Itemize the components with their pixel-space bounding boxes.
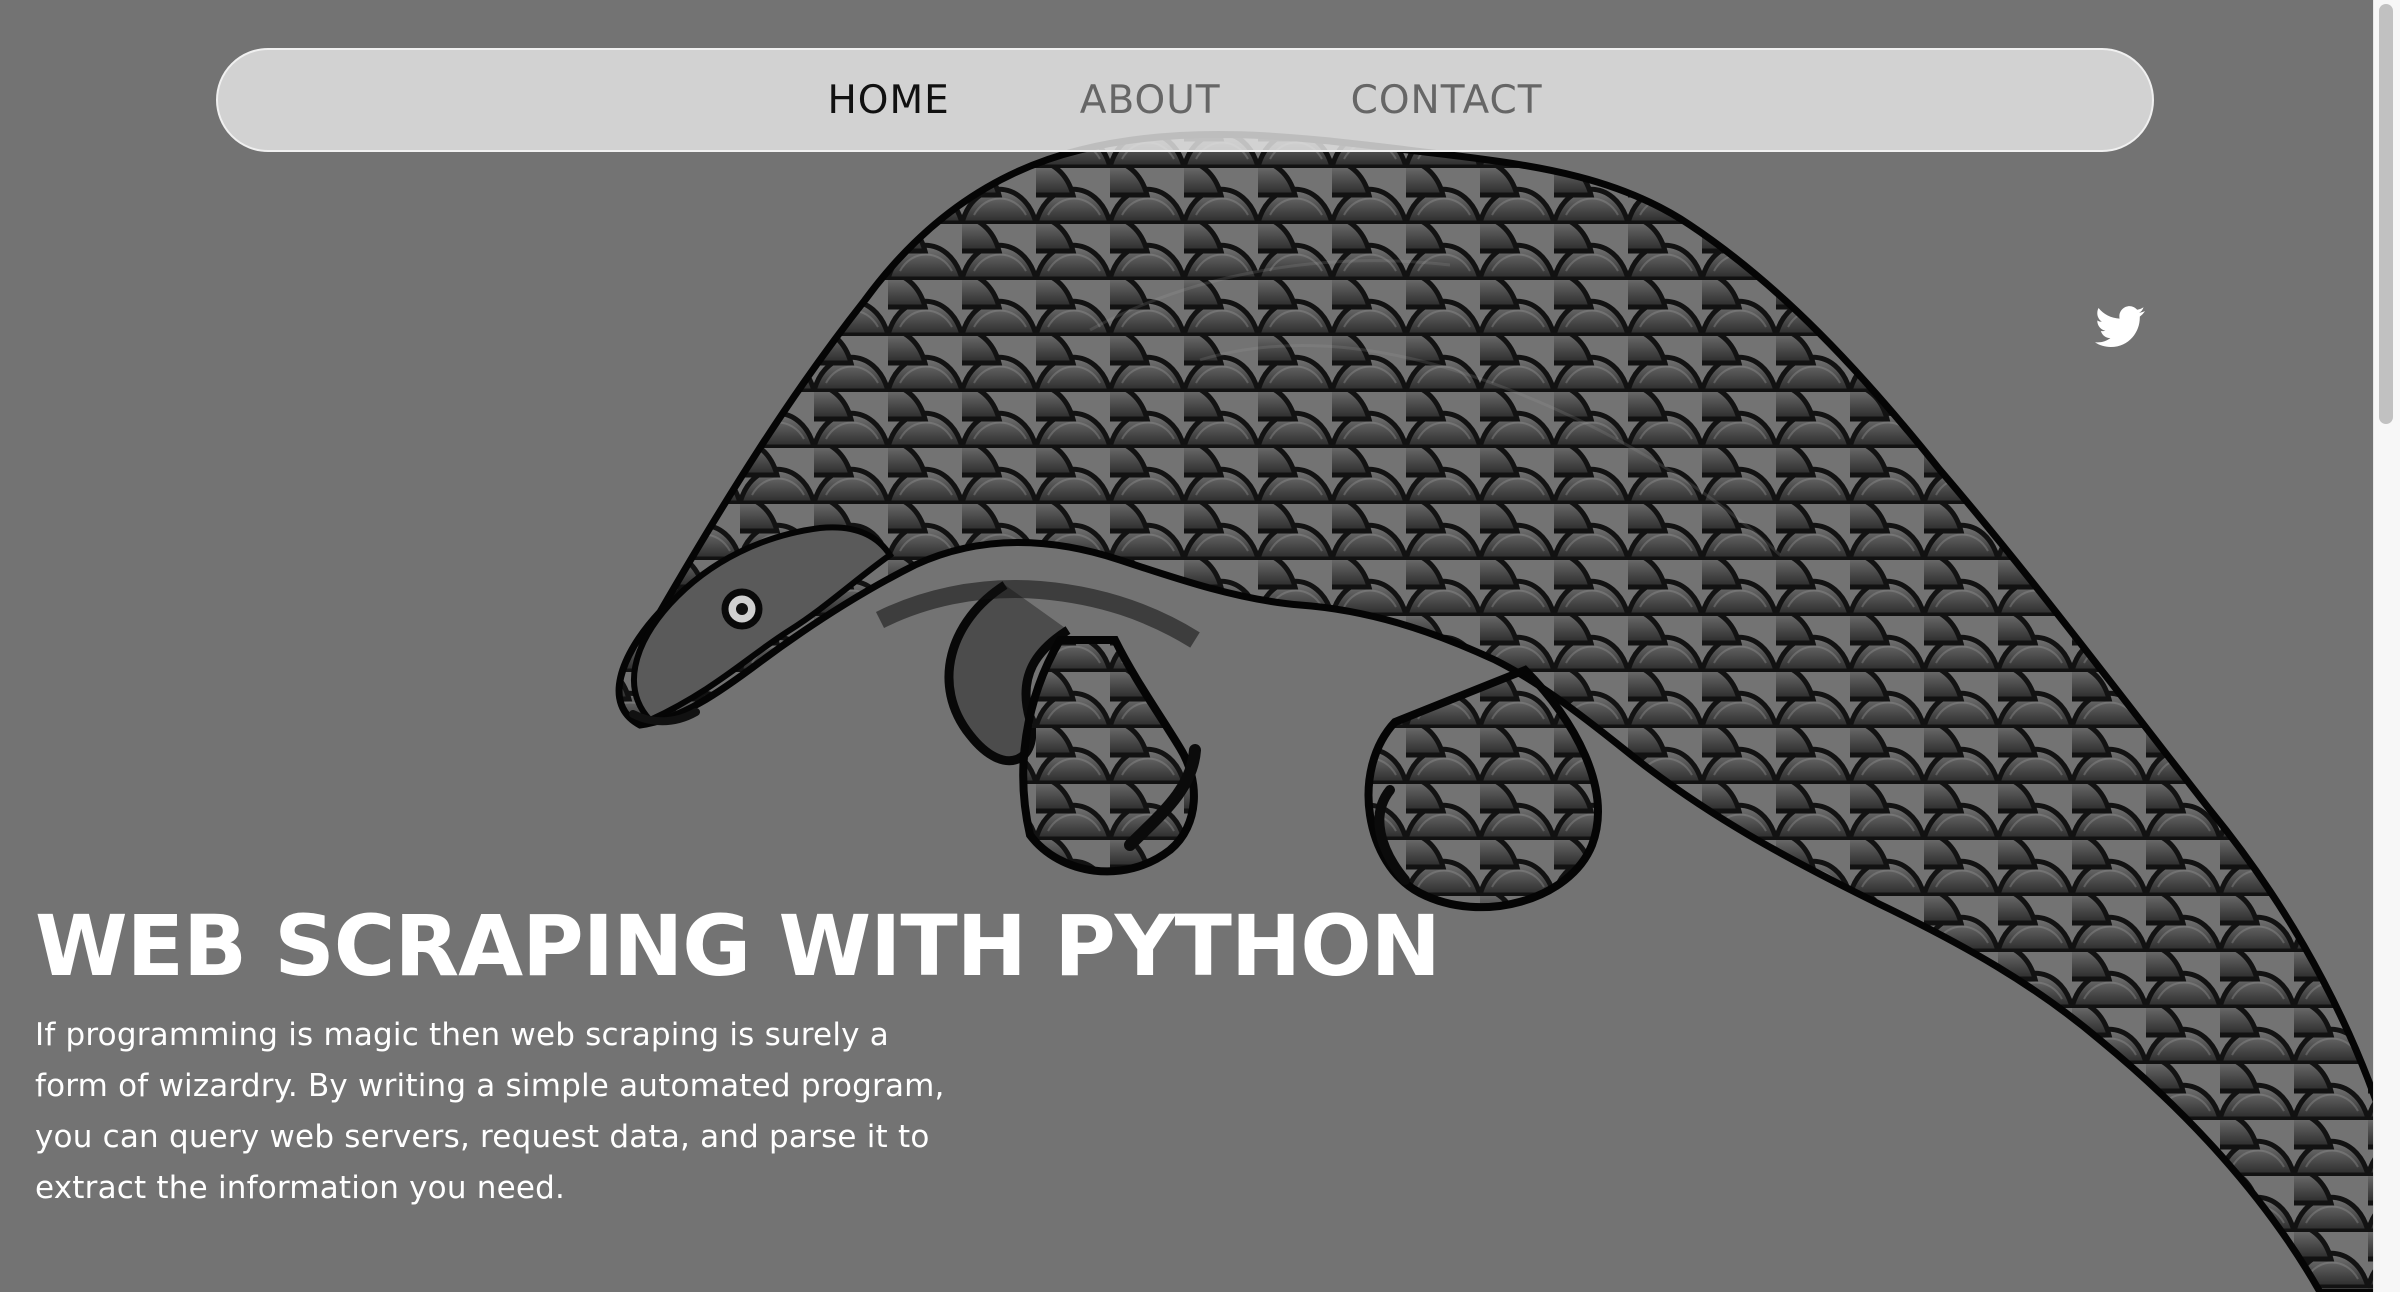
nav-contact-link[interactable]: CONTACT: [1351, 78, 1543, 123]
twitter-icon[interactable]: [2095, 306, 2145, 348]
page: HOME ABOUT CONTACT WEB SCRAPING WITH PYT…: [0, 0, 2400, 1292]
scrollbar-thumb[interactable]: [2379, 4, 2393, 424]
nav-about-link[interactable]: ABOUT: [1080, 78, 1221, 123]
vertical-scrollbar[interactable]: [2373, 0, 2400, 1292]
hero-description: If programming is magic then web scrapin…: [35, 1017, 945, 1207]
main-navigation: HOME ABOUT CONTACT: [216, 48, 2154, 152]
hero-title: WEB SCRAPING WITH PYTHON: [35, 897, 1441, 995]
hero-section: WEB SCRAPING WITH PYTHON If programming …: [35, 897, 1441, 1214]
nav-home-link[interactable]: HOME: [827, 78, 949, 123]
